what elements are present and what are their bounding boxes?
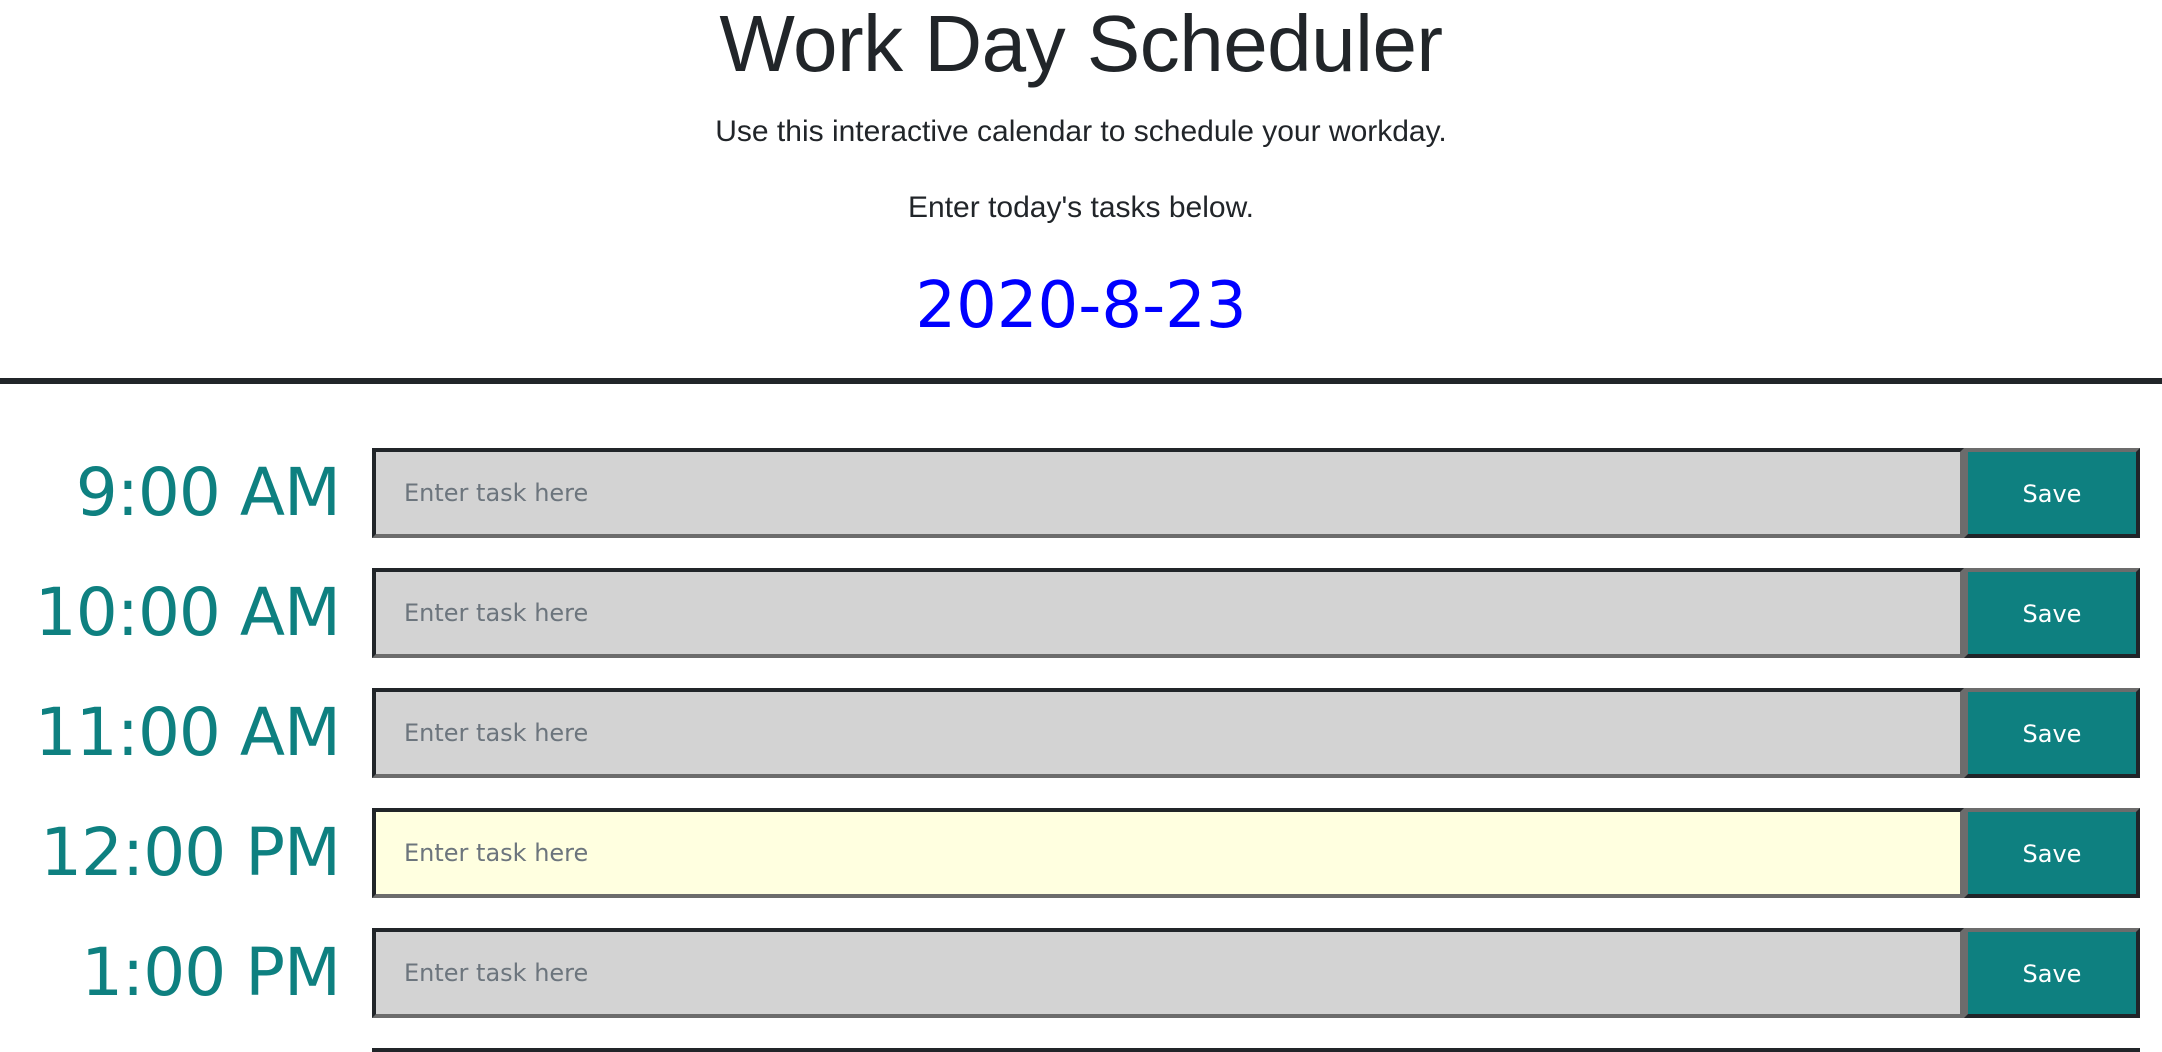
intro-text: Use this interactive calendar to schedul… xyxy=(715,115,1447,148)
hour-label: 9:00 AM xyxy=(75,454,341,531)
task-input[interactable] xyxy=(372,808,1964,898)
save-button[interactable]: Save xyxy=(1964,928,2140,1018)
task-input[interactable] xyxy=(372,448,1964,538)
instruction-text: Enter today's tasks below. xyxy=(908,191,1254,224)
hour-label: 1:00 PM xyxy=(81,934,341,1011)
task-input[interactable] xyxy=(372,568,1964,658)
time-block-row: 1:00 PM Save xyxy=(0,926,2162,1020)
task-input[interactable] xyxy=(372,688,1964,778)
page-title: Work Day Scheduler xyxy=(719,0,1443,88)
save-button[interactable]: Save xyxy=(1964,448,2140,538)
time-block-row: 11:00 AM Save xyxy=(0,686,2162,780)
save-button[interactable]: Save xyxy=(1964,688,2140,778)
time-block-row: 10:00 AM Save xyxy=(0,566,2162,660)
next-time-block-edge xyxy=(372,1048,2140,1052)
save-button[interactable]: Save xyxy=(1964,808,2140,898)
time-block-row: 9:00 AM Save xyxy=(0,446,2162,540)
hour-label: 11:00 AM xyxy=(34,694,341,771)
current-date: 2020-8-23 xyxy=(915,269,1247,343)
hour-label: 12:00 PM xyxy=(40,814,341,891)
time-block-row: 12:00 PM Save xyxy=(0,806,2162,900)
save-button[interactable]: Save xyxy=(1964,568,2140,658)
page-header: Work Day Scheduler Use this interactive … xyxy=(0,0,2162,384)
hour-label: 10:00 AM xyxy=(34,574,341,651)
task-input[interactable] xyxy=(372,928,1964,1018)
